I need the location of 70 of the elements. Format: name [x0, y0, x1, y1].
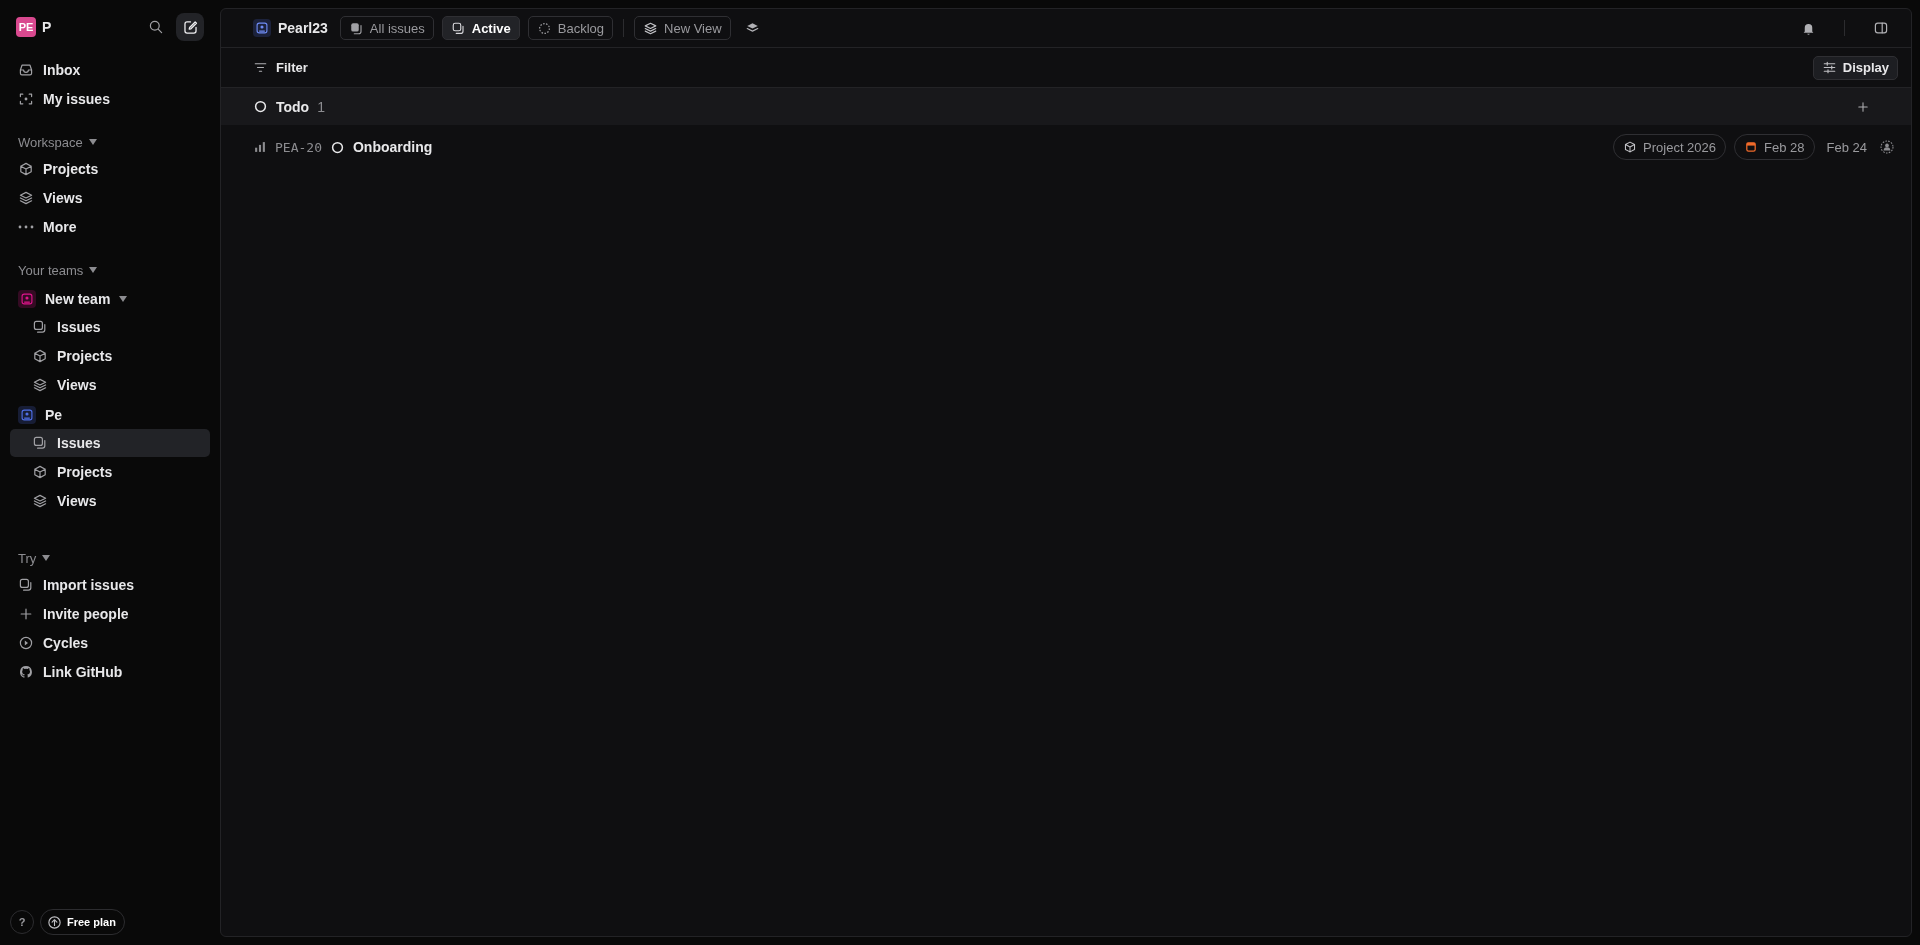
sidebar-item[interactable]: More	[10, 213, 210, 241]
layers-icon	[32, 493, 48, 509]
assignee-icon	[1879, 139, 1895, 155]
sidebar-item[interactable]: My issues	[10, 85, 210, 113]
sidebar-item[interactable]: Invite people	[10, 600, 210, 628]
layers-icon	[32, 377, 48, 393]
stack-icon	[348, 20, 364, 36]
cube-icon	[32, 464, 48, 480]
plus-icon	[1856, 99, 1870, 114]
section-heading[interactable]: Workspace	[18, 134, 83, 150]
workspace-name[interactable]: P	[42, 19, 136, 35]
sidebar-item[interactable]: Projects	[10, 458, 210, 486]
priority-bars-icon	[253, 140, 267, 154]
sidebar-item[interactable]: Import issues	[10, 571, 210, 599]
sidebar-item[interactable]: Views	[10, 184, 210, 212]
target-icon	[18, 91, 34, 107]
sidebar-item[interactable]: Link GitHub	[10, 658, 210, 686]
sidebar-item[interactable]: Issues	[10, 313, 210, 341]
team-name[interactable]: Pe	[45, 407, 63, 423]
cube-icon	[1623, 140, 1638, 154]
stack-icon	[18, 577, 34, 593]
view-tab[interactable]: Backlog	[527, 16, 614, 40]
plus-icon	[18, 606, 34, 622]
sliders-icon	[1821, 60, 1837, 75]
caret-icon	[42, 555, 51, 561]
view-tab[interactable]: Active	[441, 16, 520, 40]
created-date: Feb 24	[1826, 139, 1867, 155]
sidebar-item[interactable]: Issues	[10, 429, 210, 457]
display-button[interactable]: Display	[1812, 55, 1898, 80]
stack-icon	[450, 20, 466, 36]
caret-icon	[89, 267, 98, 273]
layers-icon	[643, 20, 659, 36]
team-name[interactable]: New team	[45, 291, 111, 307]
sidebar-item[interactable]: Inbox	[10, 56, 210, 84]
group-title: Todo	[276, 98, 310, 115]
more-icon	[18, 225, 34, 229]
calendar-icon	[1744, 140, 1759, 154]
compose-button[interactable]	[176, 13, 204, 41]
new-view-button[interactable]: New View	[634, 16, 731, 40]
sidebar-item[interactable]: Projects	[10, 155, 210, 183]
cycle-icon	[18, 635, 34, 651]
group-count: 1	[317, 98, 325, 115]
section-heading[interactable]: Try	[18, 550, 37, 566]
search-icon	[148, 19, 164, 35]
dashed-circle-icon	[536, 20, 552, 36]
sidebar-item[interactable]: Cycles	[10, 629, 210, 657]
sidebar-item[interactable]: Views	[10, 487, 210, 515]
filter-icon	[253, 60, 268, 75]
cube-icon	[32, 348, 48, 364]
sidebar-item[interactable]: Projects	[10, 342, 210, 370]
sidebar-panel-icon	[1873, 20, 1889, 36]
status-circle-icon	[329, 139, 345, 155]
team-name[interactable]: Pearl23	[278, 20, 328, 36]
caret-icon	[88, 139, 97, 145]
workspace-avatar[interactable]: PE	[16, 17, 36, 37]
inbox-icon	[18, 62, 34, 78]
status-circle-icon	[253, 99, 268, 114]
upgrade-icon	[47, 914, 62, 930]
cube-icon	[18, 161, 34, 177]
caret-icon	[119, 296, 128, 302]
stack-icon	[32, 435, 48, 451]
layers-icon	[18, 190, 34, 206]
issue-title[interactable]: Onboarding	[352, 139, 433, 155]
github-icon	[18, 664, 34, 680]
filter-button[interactable]: Filter	[253, 60, 308, 75]
sidebar-item[interactable]: Views	[10, 371, 210, 399]
section-heading[interactable]: Your teams	[18, 262, 84, 278]
issue-id: PEA-20	[275, 139, 322, 155]
stack-icon	[32, 319, 48, 335]
view-tab[interactable]: All issues	[339, 16, 434, 40]
